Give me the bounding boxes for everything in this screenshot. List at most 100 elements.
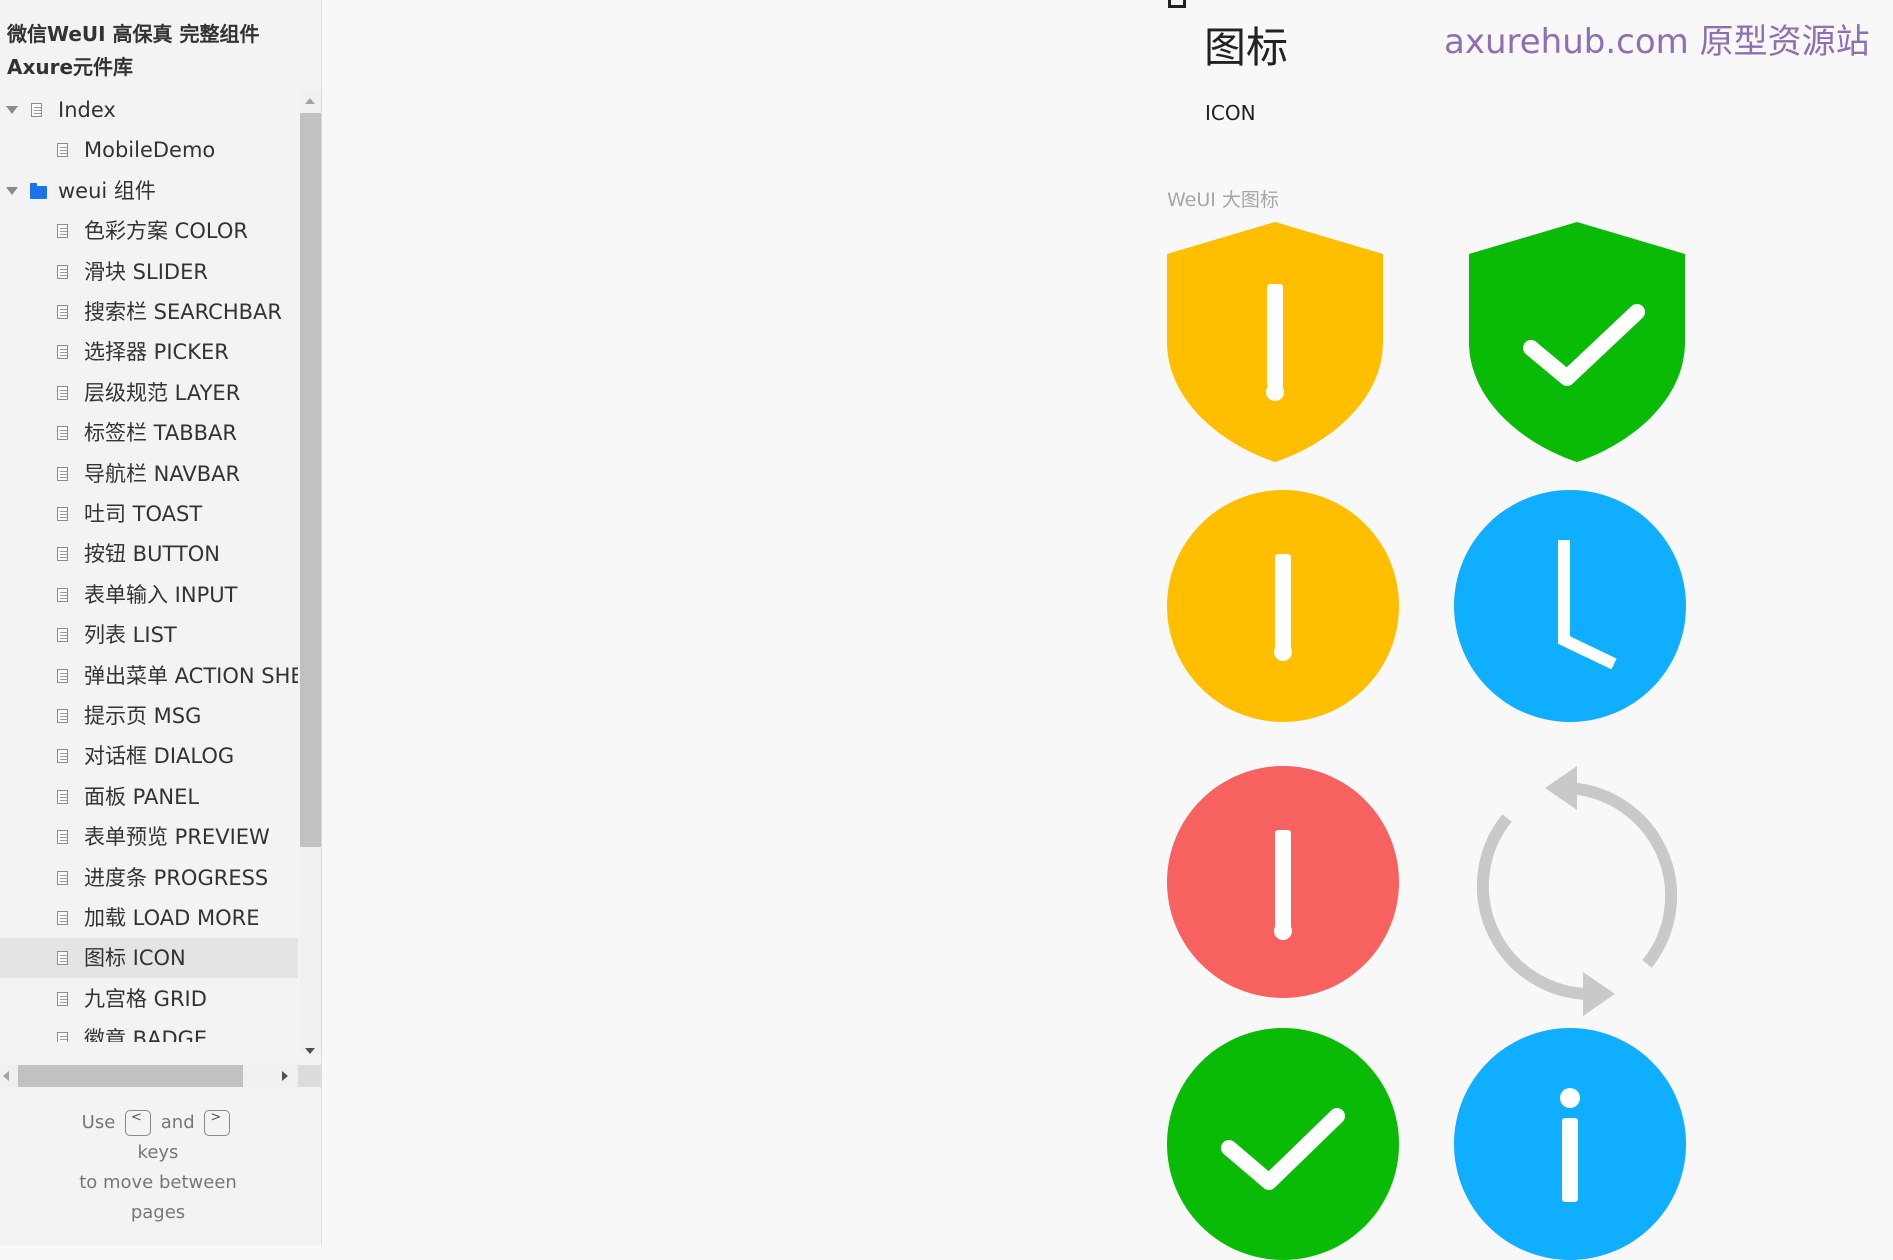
sidebar-item-label: 搜索栏 SEARCHBAR bbox=[84, 300, 283, 324]
sidebar-item-label: 加载 LOAD MORE bbox=[84, 906, 260, 930]
sidebar-item[interactable]: 徽章 BADGE bbox=[0, 1019, 298, 1042]
info-warn-circle-icon bbox=[1167, 490, 1399, 722]
sidebar: 微信WeUI 高保真 完整组件 Axure元件库 Index MobileDemo… bbox=[0, 0, 322, 1245]
main-canvas: 图标 ICON axurehub.com 原型资源站 WeUI 大图标 bbox=[322, 0, 1893, 1260]
page-tree: Index MobileDemo weui 组件色彩方案 COLOR 滑块 SLIDE… bbox=[0, 90, 298, 1042]
safe-success-shield-icon bbox=[1469, 222, 1685, 462]
sidebar-item-label: 吐司 TOAST bbox=[84, 502, 203, 526]
sidebar-item[interactable]: 色彩方案 COLOR bbox=[0, 211, 298, 251]
right-key-icon: > bbox=[204, 1110, 231, 1136]
scroll-up-arrow-icon[interactable] bbox=[305, 98, 315, 104]
sidebar-item-label: 对话框 DIALOG bbox=[84, 744, 235, 769]
sidebar-item[interactable]: 九宫格 GRID bbox=[0, 979, 298, 1019]
caret-down-icon[interactable] bbox=[6, 106, 18, 114]
sidebar-item-label: 导航栏 NAVBAR bbox=[84, 461, 241, 486]
vertical-scroll-thumb[interactable] bbox=[300, 113, 321, 847]
warn-shield-icon bbox=[1167, 222, 1383, 462]
page-icon bbox=[57, 466, 68, 481]
sidebar-item-label: 进度条 PROGRESS bbox=[84, 865, 269, 890]
sidebar-item[interactable]: 加载 LOAD MORE bbox=[0, 898, 298, 938]
page-icon bbox=[57, 587, 68, 602]
help-and-text: and bbox=[160, 1112, 195, 1133]
scroll-left-arrow-icon[interactable] bbox=[3, 1071, 9, 1081]
refresh-icon bbox=[1469, 766, 1689, 1016]
sidebar-item[interactable]: 面板 PANEL bbox=[0, 777, 298, 817]
waiting-clock-icon bbox=[1454, 490, 1686, 722]
sidebar-item-label: 面板 PANEL bbox=[84, 784, 200, 809]
scroll-right-arrow-icon[interactable] bbox=[282, 1071, 288, 1081]
page-icon bbox=[57, 345, 68, 360]
sidebar-item[interactable]: 层级规范 LAYER bbox=[0, 373, 298, 413]
sidebar-item[interactable]: Index bbox=[0, 90, 298, 130]
page-icon bbox=[57, 628, 68, 643]
page-subtitle: ICON bbox=[1205, 101, 1256, 125]
sidebar-item-label: 表单预览 PREVIEW bbox=[84, 825, 270, 850]
sidebar-item[interactable]: 表单预览 PREVIEW bbox=[0, 817, 298, 857]
keyboard-help: Use < and > keys to move between pages bbox=[0, 1108, 316, 1228]
corner-mark bbox=[1168, 0, 1186, 8]
page-icon bbox=[57, 1032, 68, 1042]
caret-down-icon[interactable] bbox=[6, 186, 18, 195]
page-icon bbox=[57, 143, 68, 158]
sidebar-item-label: 弹出菜单 ACTION SHEET bbox=[84, 663, 298, 688]
sidebar-item[interactable]: 吐司 TOAST bbox=[0, 494, 298, 534]
page-icon bbox=[57, 668, 68, 683]
sidebar-item[interactable]: 按钮 BUTTON bbox=[0, 534, 298, 574]
sidebar-item[interactable]: 对话框 DIALOG bbox=[0, 736, 298, 776]
page-icon bbox=[57, 789, 68, 804]
sidebar-item[interactable]: 提示页 MSG bbox=[0, 696, 298, 736]
help-line2: to move between bbox=[79, 1172, 237, 1193]
success-circle-icon bbox=[1167, 1028, 1399, 1260]
page-icon bbox=[57, 264, 68, 279]
folder-icon bbox=[30, 182, 47, 199]
page-icon bbox=[57, 830, 68, 845]
page-icon bbox=[57, 426, 68, 441]
info-circle-icon bbox=[1454, 1028, 1686, 1260]
sidebar-item-label: 层级规范 LAYER bbox=[84, 380, 241, 405]
sidebar-item-label: 按钮 BUTTON bbox=[84, 542, 220, 567]
page-icon bbox=[57, 507, 68, 521]
sidebar-item[interactable]: 弹出菜单 ACTION SHEET bbox=[0, 656, 298, 696]
sidebar-item[interactable]: 选择器 PICKER bbox=[0, 332, 298, 372]
sidebar-item-label: 九宫格 GRID bbox=[84, 986, 207, 1011]
sidebar-item[interactable]: 列表 LIST bbox=[0, 615, 298, 655]
sidebar-item[interactable]: 导航栏 NAVBAR bbox=[0, 454, 298, 494]
sidebar-item-label: 表单输入 INPUT bbox=[84, 582, 238, 607]
sidebar-vertical-scrollbar[interactable] bbox=[300, 90, 321, 1054]
page-icon bbox=[57, 991, 68, 1006]
error-warn-circle-icon bbox=[1167, 766, 1399, 998]
page-icon bbox=[57, 749, 68, 764]
page-icon bbox=[57, 911, 68, 925]
sidebar-item[interactable]: 表单输入 INPUT bbox=[0, 575, 298, 615]
page-icon bbox=[57, 709, 68, 723]
sidebar-item-label: 滑块 SLIDER bbox=[84, 259, 208, 284]
scroll-corner bbox=[298, 1065, 321, 1087]
sidebar-item-label: 选择器 PICKER bbox=[84, 340, 229, 365]
page-icon bbox=[57, 305, 68, 319]
sidebar-item[interactable]: 进度条 PROGRESS bbox=[0, 858, 298, 898]
sidebar-horizontal-scrollbar[interactable] bbox=[0, 1065, 298, 1087]
page-title: 图标 bbox=[1204, 23, 1289, 72]
sidebar-item[interactable]: MobileDemo bbox=[0, 130, 298, 170]
section-label: WeUI 大图标 bbox=[1167, 189, 1279, 211]
sidebar-item-label: 列表 LIST bbox=[84, 623, 177, 648]
sidebar-item[interactable]: 图标 ICON bbox=[0, 938, 298, 979]
page-icon bbox=[57, 951, 68, 966]
sidebar-item[interactable]: weui 组件 bbox=[0, 171, 298, 211]
sidebar-item[interactable]: 搜索栏 SEARCHBAR bbox=[0, 292, 298, 332]
page-icon bbox=[31, 103, 42, 117]
page-icon bbox=[57, 224, 68, 239]
sidebar-item-label: 图标 ICON bbox=[84, 946, 186, 971]
sidebar-item-label: 色彩方案 COLOR bbox=[84, 219, 248, 244]
project-title: 微信WeUI 高保真 完整组件 Axure元件库 bbox=[7, 22, 260, 79]
sidebar-item[interactable]: 滑块 SLIDER bbox=[0, 252, 298, 292]
help-line3: pages bbox=[130, 1202, 186, 1223]
sidebar-item-label: weui 组件 bbox=[58, 178, 156, 203]
scroll-down-arrow-icon[interactable] bbox=[305, 1048, 315, 1054]
sidebar-item-label: 标签栏 TABBAR bbox=[84, 421, 238, 446]
sidebar-item[interactable]: 标签栏 TABBAR bbox=[0, 413, 298, 453]
page-icon bbox=[57, 385, 68, 400]
horizontal-scroll-thumb[interactable] bbox=[18, 1065, 243, 1087]
sidebar-item-label: 提示页 MSG bbox=[84, 704, 202, 728]
page-icon bbox=[57, 547, 68, 562]
